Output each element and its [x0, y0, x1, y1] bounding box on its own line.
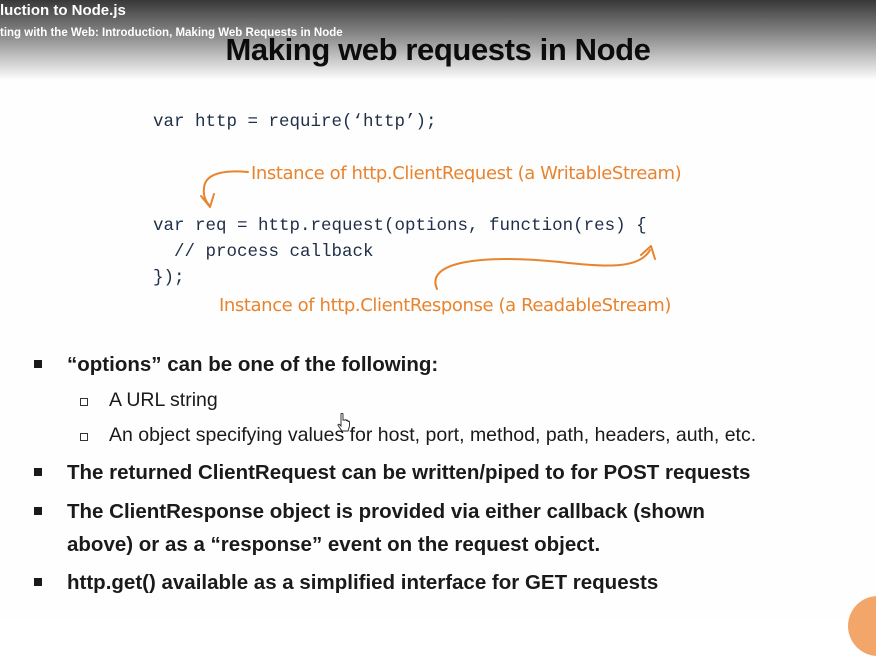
code-line-comment: // process callback	[153, 242, 374, 262]
code-line-require: var http = require(‘http’);	[153, 112, 437, 132]
bullet-text: The returned ClientRequest can be writte…	[67, 461, 751, 484]
bullet-text: “options” can be one of the following:	[67, 353, 439, 376]
hollow-square-bullet-icon	[80, 398, 88, 406]
sub-bullet-text: A URL string	[109, 389, 218, 411]
annotation-client-response: Instance of http.ClientResponse (a Reada…	[219, 295, 671, 316]
square-bullet-icon	[34, 507, 42, 515]
code-line-close: });	[153, 268, 185, 288]
corner-decoration	[848, 596, 876, 656]
sub-bullet-text: An object specifying values for host, po…	[109, 424, 757, 446]
bullet-item: The returned ClientRequest can be writte…	[34, 456, 751, 489]
arrow-to-res-head	[640, 245, 656, 260]
bullet-text: above) or as a “response” event on the r…	[67, 533, 601, 556]
annotation-client-request: Instance of http.ClientRequest (a Writab…	[251, 163, 682, 184]
bullet-continuation: above) or as a “response” event on the r…	[67, 528, 600, 561]
arrow-to-req-head	[200, 193, 215, 208]
sub-bullet-item: An object specifying values for host, po…	[80, 424, 757, 447]
arrow-to-req	[202, 170, 249, 207]
bullet-item: The ClientResponse object is provided vi…	[34, 495, 705, 528]
square-bullet-icon	[34, 468, 42, 476]
square-bullet-icon	[34, 360, 42, 368]
hollow-square-bullet-icon	[80, 433, 88, 441]
module-title[interactable]: ting with the Web: Introduction, Making …	[0, 27, 343, 39]
sub-bullet-item: A URL string	[80, 389, 218, 412]
bullet-text: http.get() available as a simplified int…	[67, 571, 659, 594]
slide: Making web requests in Node var http = r…	[0, 0, 876, 656]
code-line-request: var req = http.request(options, function…	[153, 216, 647, 236]
course-title[interactable]: luction to Node.js	[0, 2, 126, 19]
mouse-pointer-icon	[337, 413, 350, 432]
bullet-item: http.get() available as a simplified int…	[34, 566, 659, 599]
arrow-to-res	[434, 249, 651, 290]
bullet-text: The ClientResponse object is provided vi…	[67, 500, 705, 523]
square-bullet-icon	[34, 578, 42, 586]
bullet-item: “options” can be one of the following:	[34, 348, 439, 381]
